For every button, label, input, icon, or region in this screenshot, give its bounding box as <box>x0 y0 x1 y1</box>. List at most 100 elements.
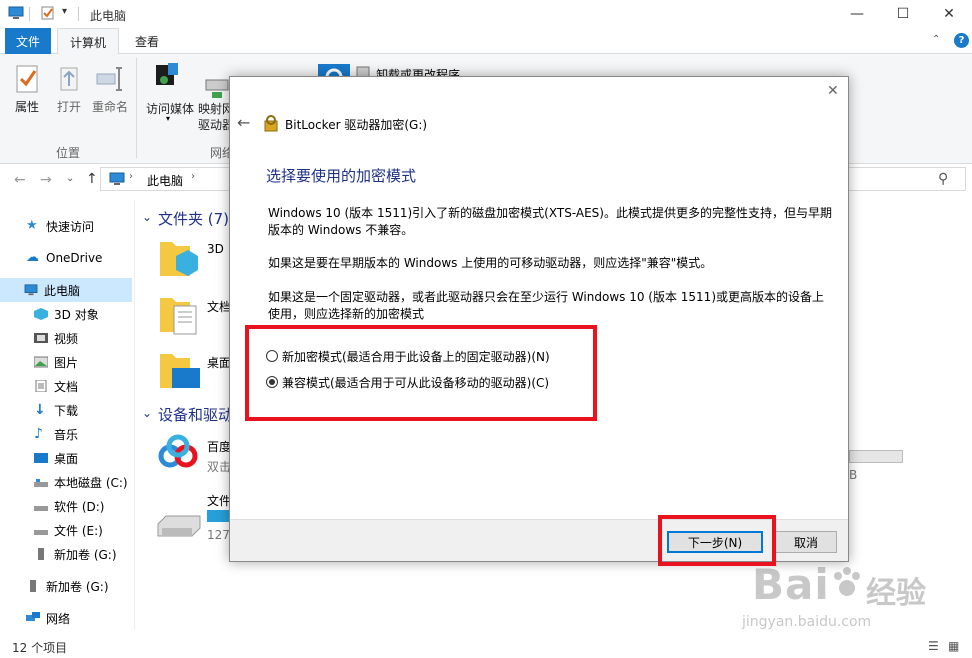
picture-icon <box>34 356 48 368</box>
paragraph-line: 使用，则应选择新的加密模式 <box>268 307 425 321</box>
nav-quick-access[interactable]: ★ 快速访问 <box>0 214 132 238</box>
folder-3d-icon[interactable] <box>158 236 198 280</box>
dialog-paragraph-1: Windows 10 (版本 1511)引入了新的磁盘加密模式(XTS-AES)… <box>268 205 838 239</box>
forward-icon[interactable]: → <box>40 172 52 188</box>
media-access-button[interactable]: 访问媒体 ▾ <box>142 60 198 123</box>
map-drive-button[interactable]: 映射网 驱动器 <box>198 60 234 132</box>
separator <box>29 7 30 21</box>
open-button[interactable]: 打开 <box>50 60 88 116</box>
paragraph-line: 版本的 Windows 不兼容。 <box>268 223 414 237</box>
nav-desktop[interactable]: 桌面 <box>0 446 132 470</box>
breadcrumb-separator-icon[interactable]: › <box>129 171 133 182</box>
pane-divider <box>134 200 135 630</box>
nav-label: 图片 <box>54 355 79 370</box>
back-icon[interactable]: ← <box>14 172 26 188</box>
nav-drive-g[interactable]: 新加卷 (G:) <box>0 542 132 566</box>
nav-network[interactable]: 网络 <box>0 606 132 630</box>
drive-icon <box>34 530 48 535</box>
nav-drive-d[interactable]: 软件 (D:) <box>0 494 132 518</box>
tab-computer[interactable]: 计算机 <box>57 28 119 55</box>
nav-drive-g-root[interactable]: 新加卷 (G:) <box>0 574 132 598</box>
computer-icon <box>24 284 38 296</box>
drive-usage-bar-right <box>849 450 903 463</box>
properties-icon <box>16 65 38 93</box>
usb-drive-icon <box>30 580 36 592</box>
drive-usage-bar <box>207 510 229 522</box>
dialog-heading: 选择要使用的加密模式 <box>266 167 417 185</box>
properties-check-icon[interactable] <box>40 6 56 20</box>
nav-videos[interactable]: 视频 <box>0 326 132 350</box>
open-icon <box>60 67 78 91</box>
rename-button[interactable]: 重命名 <box>90 60 130 116</box>
paragraph-line: Windows 10 (版本 1511)引入了新的磁盘加密模式(XTS-AES)… <box>268 206 832 220</box>
nav-documents[interactable]: 文档 <box>0 374 132 398</box>
maximize-button[interactable]: ☐ <box>880 0 926 28</box>
nav-drive-c[interactable]: 本地磁盘 (C:) <box>0 470 132 494</box>
highlight-box-next <box>658 515 776 566</box>
nav-downloads[interactable]: ↓ 下载 <box>0 398 132 422</box>
nav-music[interactable]: ♪ 音乐 <box>0 422 132 446</box>
baidu-netdisk-icon[interactable] <box>156 434 200 478</box>
folder-3d-label[interactable]: 3D <box>207 242 224 256</box>
nav-this-pc[interactable]: 此电脑 <box>0 278 132 302</box>
tab-view[interactable]: 查看 <box>124 28 170 54</box>
cancel-button[interactable]: 取消 <box>775 531 837 553</box>
recent-dropdown-icon[interactable]: ⌄ <box>66 173 74 184</box>
large-icons-view-icon[interactable]: ▦ <box>948 639 959 653</box>
tab-file[interactable]: 文件 <box>5 28 51 54</box>
nav-label: 视频 <box>54 331 79 346</box>
paragraph-line: 如果这是一个固定驱动器，或者此驱动器只会在至少运行 Windows 10 (版本… <box>268 290 824 304</box>
breadcrumb[interactable]: 此电脑 <box>147 172 183 189</box>
bitlocker-key-icon <box>264 115 278 132</box>
expand-chevron-icon[interactable]: ⌄ <box>142 210 152 224</box>
drive-label[interactable]: 文件 <box>207 492 231 509</box>
baidu-sublabel: 双击 <box>207 460 232 474</box>
minimize-button[interactable]: — <box>834 0 880 28</box>
watermark-brand-2: 经验 <box>866 576 926 611</box>
folder-documents-icon[interactable] <box>158 292 198 336</box>
hard-drive-icon[interactable] <box>156 514 202 540</box>
quick-access-dropdown-icon[interactable]: ▾ <box>62 6 67 17</box>
folder-desktop-icon[interactable] <box>158 348 202 392</box>
rename-label: 重命名 <box>91 100 128 114</box>
computer-icon <box>8 6 24 19</box>
nav-3d-objects[interactable]: 3D 对象 <box>0 302 132 326</box>
nav-label: 本地磁盘 (C:) <box>54 475 128 490</box>
nav-label: 快速访问 <box>46 219 95 234</box>
up-icon[interactable]: ↑ <box>86 171 98 187</box>
details-view-icon[interactable]: ☰ <box>928 639 939 653</box>
help-icon[interactable]: ? <box>954 33 969 48</box>
search-icon[interactable]: ⚲ <box>938 171 948 187</box>
drive-icon <box>34 479 48 487</box>
dialog-close-icon[interactable]: ✕ <box>827 83 839 99</box>
properties-label: 属性 <box>14 100 39 114</box>
folder-documents-label[interactable]: 文档 <box>207 298 231 315</box>
collapse-ribbon-icon[interactable]: ⌃ <box>932 34 940 45</box>
nav-onedrive[interactable]: ☁ OneDrive <box>0 246 132 270</box>
dialog-back-icon[interactable]: ← <box>237 113 250 132</box>
folder-desktop-label[interactable]: 桌面 <box>207 354 231 371</box>
computer-icon <box>109 172 125 185</box>
separator <box>78 7 79 21</box>
film-icon <box>34 333 48 343</box>
watermark-brand: Bai <box>752 560 830 609</box>
rename-icon <box>96 67 122 91</box>
breadcrumb-separator-icon[interactable]: › <box>191 171 195 182</box>
expand-chevron-icon[interactable]: ⌄ <box>142 406 152 420</box>
status-bar: 12 个项目 ☰ ▦ <box>0 634 972 658</box>
folders-header[interactable]: 文件夹 (7) <box>158 208 229 229</box>
item-count: 12 个项目 <box>12 641 68 655</box>
dialog-paragraph-3: 如果这是一个固定驱动器，或者此驱动器只会在至少运行 Windows 10 (版本… <box>268 289 838 323</box>
usb-drive-icon <box>38 548 44 560</box>
nav-drive-e[interactable]: 文件 (E:) <box>0 518 132 542</box>
close-button[interactable]: ✕ <box>926 0 972 28</box>
dialog-title: BitLocker 驱动器加密(G:) <box>285 118 428 132</box>
nav-label: 3D 对象 <box>54 307 99 322</box>
nav-label: 文档 <box>54 379 79 394</box>
baidu-label[interactable]: 百度 <box>207 438 231 455</box>
devices-header[interactable]: 设备和驱动 <box>158 404 233 425</box>
nav-label: 桌面 <box>54 451 79 466</box>
nav-pictures[interactable]: 图片 <box>0 350 132 374</box>
drive-size-right: B <box>849 468 858 482</box>
properties-button[interactable]: 属性 <box>8 60 46 116</box>
